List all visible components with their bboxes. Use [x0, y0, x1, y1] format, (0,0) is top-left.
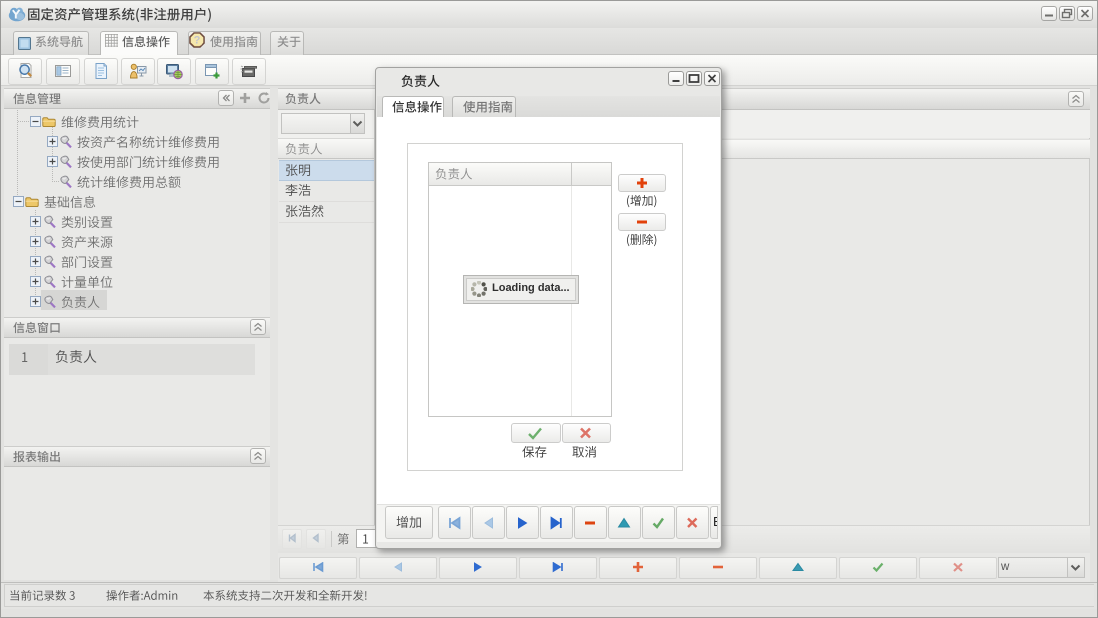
svg-text:?: ?	[194, 35, 201, 47]
